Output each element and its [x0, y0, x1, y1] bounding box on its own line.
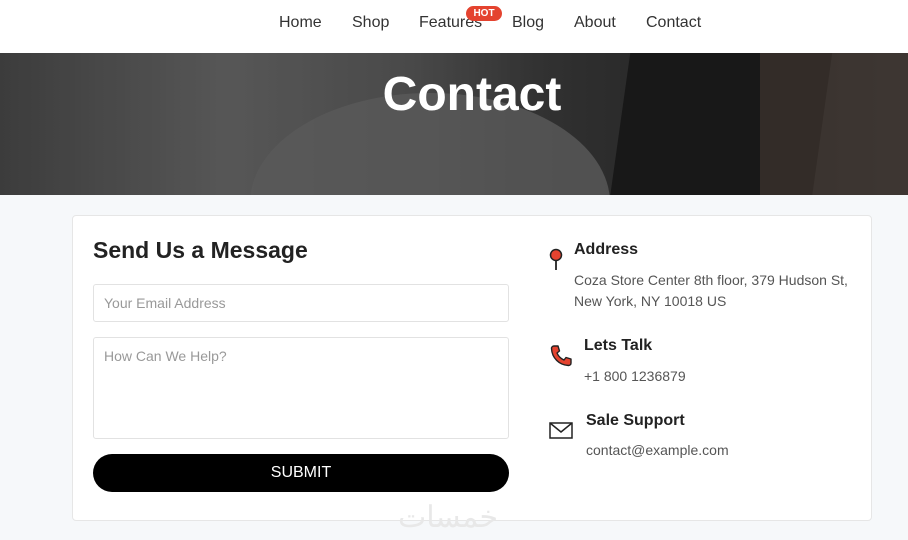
email-field[interactable] — [93, 284, 509, 322]
address-line2: New York, NY 10018 US — [574, 293, 727, 309]
support-email[interactable]: contact@example.com — [586, 440, 729, 461]
phone-icon — [549, 344, 573, 373]
phone-number: +1 800 1236879 — [584, 368, 686, 384]
nav-contact[interactable]: Contact — [646, 14, 701, 32]
nav-blog[interactable]: Blog — [512, 14, 544, 32]
top-navbar: Home Shop Features HOT Blog About Contac… — [0, 0, 908, 53]
watermark: خمسات — [398, 501, 499, 534]
contact-card: Send Us a Message SUBMIT Address Coza St… — [72, 215, 872, 521]
nav-about[interactable]: About — [574, 14, 616, 32]
message-field[interactable] — [93, 337, 509, 439]
support-heading: Sale Support — [586, 412, 685, 429]
address-heading: Address — [574, 241, 639, 258]
envelope-icon — [549, 422, 573, 445]
map-pin-icon — [549, 248, 563, 277]
hot-badge: HOT — [466, 6, 502, 21]
address-line1: Coza Store Center 8th floor, 379 Hudson … — [574, 272, 848, 288]
form-title: Send Us a Message — [93, 237, 308, 263]
hero-banner: Contact — [0, 53, 908, 195]
nav-home[interactable]: Home — [279, 14, 322, 32]
page-title: Contact — [382, 68, 562, 121]
submit-button[interactable]: SUBMIT — [93, 454, 509, 492]
nav-shop[interactable]: Shop — [352, 14, 389, 32]
talk-heading: Lets Talk — [584, 337, 653, 354]
